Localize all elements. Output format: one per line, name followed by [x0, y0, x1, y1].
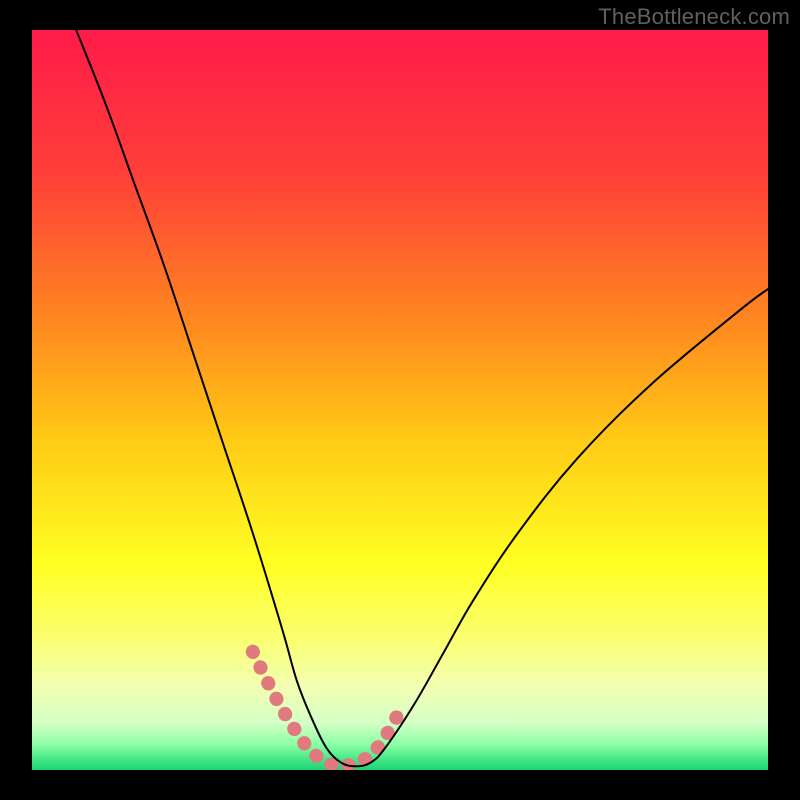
- chart-stage: TheBottleneck.com: [0, 0, 800, 800]
- watermark-text: TheBottleneck.com: [598, 4, 790, 30]
- curve-layer: [32, 30, 768, 770]
- bottleneck-curve: [76, 30, 768, 766]
- plot-area: [32, 30, 768, 770]
